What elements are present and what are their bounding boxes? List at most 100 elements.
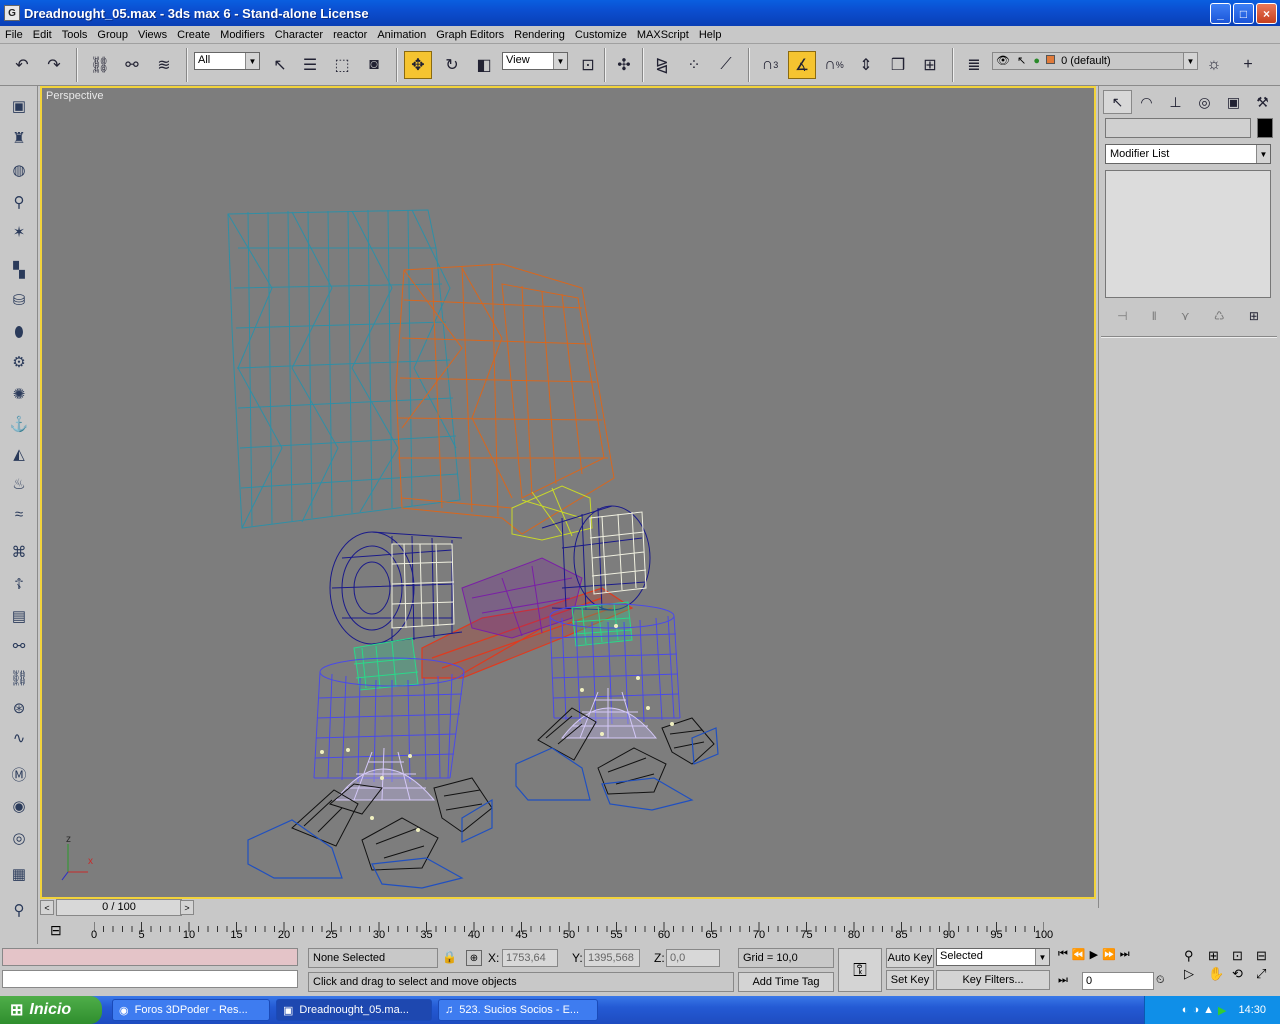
go-to-end-icon[interactable]: ⏭ (1120, 948, 1130, 961)
menu-file[interactable]: File (0, 29, 28, 41)
region-select-button[interactable]: ⬚ (328, 50, 356, 80)
book-icon[interactable]: ▤ (6, 604, 32, 628)
figure-icon[interactable]: ☦ (6, 572, 32, 596)
menu-create[interactable]: Create (172, 29, 215, 41)
zoom-icon[interactable]: ⚲ (1184, 948, 1206, 964)
menu-rendering[interactable]: Rendering (509, 29, 570, 41)
object-name-field[interactable] (1105, 118, 1251, 138)
object-color-swatch[interactable] (1257, 118, 1273, 138)
gear-icon[interactable]: ✺ (6, 382, 32, 406)
menu-reactor[interactable]: reactor (328, 29, 372, 41)
configure-sets-icon[interactable]: ⊞ (1249, 309, 1259, 323)
field-of-view-icon[interactable]: ▷ (1184, 966, 1206, 982)
zoom-all-icon[interactable]: ⊞ (1208, 948, 1230, 964)
select-by-name-button[interactable]: ☰ (296, 50, 324, 80)
zoom-extents-all-icon[interactable]: ⊟ (1256, 948, 1278, 964)
layer-manager-button[interactable]: ≣ (960, 50, 988, 80)
render-scene-icon[interactable]: ◉ (6, 794, 32, 818)
time-slider-thumb[interactable]: 0 / 100 (56, 899, 182, 916)
maxscript-listener-mini[interactable] (2, 948, 298, 966)
brush-icon[interactable]: ⚙ (6, 350, 32, 374)
material-editor-icon[interactable]: Ⓜ (6, 762, 32, 786)
transform-gizmo-button[interactable]: ☼ (1200, 50, 1228, 80)
current-frame-field[interactable]: 0 (1082, 972, 1154, 990)
maximize-viewport-icon[interactable]: ⤢ (1256, 966, 1278, 982)
schematic-button[interactable]: ⊞ (916, 50, 944, 80)
angle-snap-button[interactable]: ∡ (788, 50, 816, 80)
pan-icon[interactable]: ✋ (1208, 966, 1230, 982)
window-crossing-button[interactable]: ◙ (360, 50, 388, 80)
auto-key-button[interactable]: Auto Key (886, 948, 934, 968)
mirror-button[interactable]: ⧎ (648, 50, 676, 80)
track-bar[interactable]: ⊟ 0 5 10 15 20 25 30 35 40 45 50 55 60 65 70 75 80 85 90 95… (40, 918, 1096, 944)
lamp-icon[interactable]: ⚲ (6, 190, 32, 214)
menu-group[interactable]: Group (92, 29, 133, 41)
set-key-button[interactable]: Set Key (886, 970, 934, 990)
cloth-icon[interactable]: ⌘ (6, 540, 32, 564)
menu-graph-editors[interactable]: Graph Editors (431, 29, 509, 41)
display-tab-icon[interactable]: ▣ (1219, 90, 1248, 114)
time-slider-next-button[interactable]: > (180, 900, 194, 915)
taskbar-item-firefox[interactable]: ◉ Foros 3DPoder - Res... (112, 999, 270, 1021)
menu-help[interactable]: Help (694, 29, 727, 41)
bones-icon[interactable]: ⚯ (6, 634, 32, 658)
minimize-button[interactable]: _ (1210, 3, 1231, 24)
modifier-list-dropdown[interactable]: Modifier List ▼ (1105, 144, 1271, 164)
menu-edit[interactable]: Edit (28, 29, 57, 41)
wheel-icon[interactable]: ⊛ (6, 696, 32, 720)
reference-coord-dropdown[interactable]: View ▼ (502, 52, 568, 70)
time-slider-prev-button[interactable]: < (40, 900, 54, 915)
modifier-stack[interactable] (1105, 170, 1271, 298)
create-tab-icon[interactable]: ↖ (1103, 90, 1132, 114)
named-selection-button[interactable]: ❒ (884, 50, 912, 80)
checker-icon[interactable]: ▚ (6, 258, 32, 282)
select-and-link-button[interactable]: ⛓ (86, 50, 114, 80)
array-button[interactable]: ⁘ (680, 50, 708, 80)
layer-dropdown[interactable]: 👁 ↖ ● 0 (default) ▼ (992, 52, 1198, 70)
create-shirt-icon[interactable]: ♜ (6, 126, 32, 150)
select-and-rotate-button[interactable]: ↻ (438, 50, 466, 80)
maxscript-input[interactable] (2, 970, 298, 988)
go-to-start-icon[interactable]: ⏮ (1058, 948, 1068, 961)
select-and-move-button[interactable]: ✥ (404, 50, 432, 80)
sphere-icon[interactable]: ◍ (6, 158, 32, 182)
x-coord-field[interactable]: 1753,64 (502, 949, 558, 967)
arc-rotate-icon[interactable]: ⟲ (1232, 966, 1254, 982)
modify-tab-icon[interactable]: ◠ (1132, 90, 1161, 114)
fish-icon[interactable]: ◭ (6, 442, 32, 466)
close-button[interactable]: × (1256, 3, 1277, 24)
menu-views[interactable]: Views (133, 29, 172, 41)
menu-character[interactable]: Character (270, 29, 328, 41)
tray-play-icon[interactable]: ▶ (1218, 1004, 1226, 1017)
tray-icon[interactable]: ◑ (1192, 1004, 1199, 1016)
render-frame-icon[interactable]: ▦ (6, 862, 32, 886)
perspective-viewport[interactable]: Perspective z x (40, 86, 1096, 899)
align-button[interactable]: ⟋ (712, 50, 740, 80)
maximize-button[interactable]: □ (1233, 3, 1254, 24)
motion-tab-icon[interactable]: ◎ (1190, 90, 1219, 114)
pivot-center-button[interactable]: ⊡ (574, 50, 602, 80)
render-quick-icon[interactable]: ◎ (6, 826, 32, 850)
key-mode-toggle-icon[interactable]: ⏭ (1058, 974, 1068, 987)
make-unique-icon[interactable]: ⋎ (1181, 309, 1190, 323)
absolute-mode-icon[interactable]: ⊕ (466, 950, 482, 966)
pin-stack-icon[interactable]: ⊣ (1117, 309, 1127, 323)
spool-icon[interactable]: ⛁ (6, 288, 32, 312)
time-slider[interactable]: < 0 / 100 > (40, 899, 1096, 917)
manipulate-button[interactable]: ✣ (610, 50, 638, 80)
redo-button[interactable]: ↷ (40, 50, 68, 80)
key-filters-button[interactable]: Key Filters... (936, 970, 1050, 990)
utilities-tab-icon[interactable]: ⚒ (1248, 90, 1277, 114)
key-icon[interactable]: ⚿ (838, 948, 882, 992)
start-button[interactable]: ⊞ Inicio (0, 996, 102, 1024)
selection-filter-dropdown[interactable]: All ▼ (194, 52, 260, 70)
zoom-extents-icon[interactable]: ⊡ (1232, 948, 1254, 964)
flame-icon[interactable]: ♨ (6, 472, 32, 496)
previous-frame-icon[interactable]: ⏪ (1072, 948, 1086, 961)
spinner-snap-button[interactable]: ⇕ (852, 50, 880, 80)
menu-maxscript[interactable]: MAXScript (632, 29, 694, 41)
percent-snap-button[interactable]: ∩% (820, 50, 848, 80)
add-button[interactable]: + (1234, 50, 1262, 80)
menu-tools[interactable]: Tools (57, 29, 93, 41)
y-coord-field[interactable]: 1395,568 (584, 949, 640, 967)
